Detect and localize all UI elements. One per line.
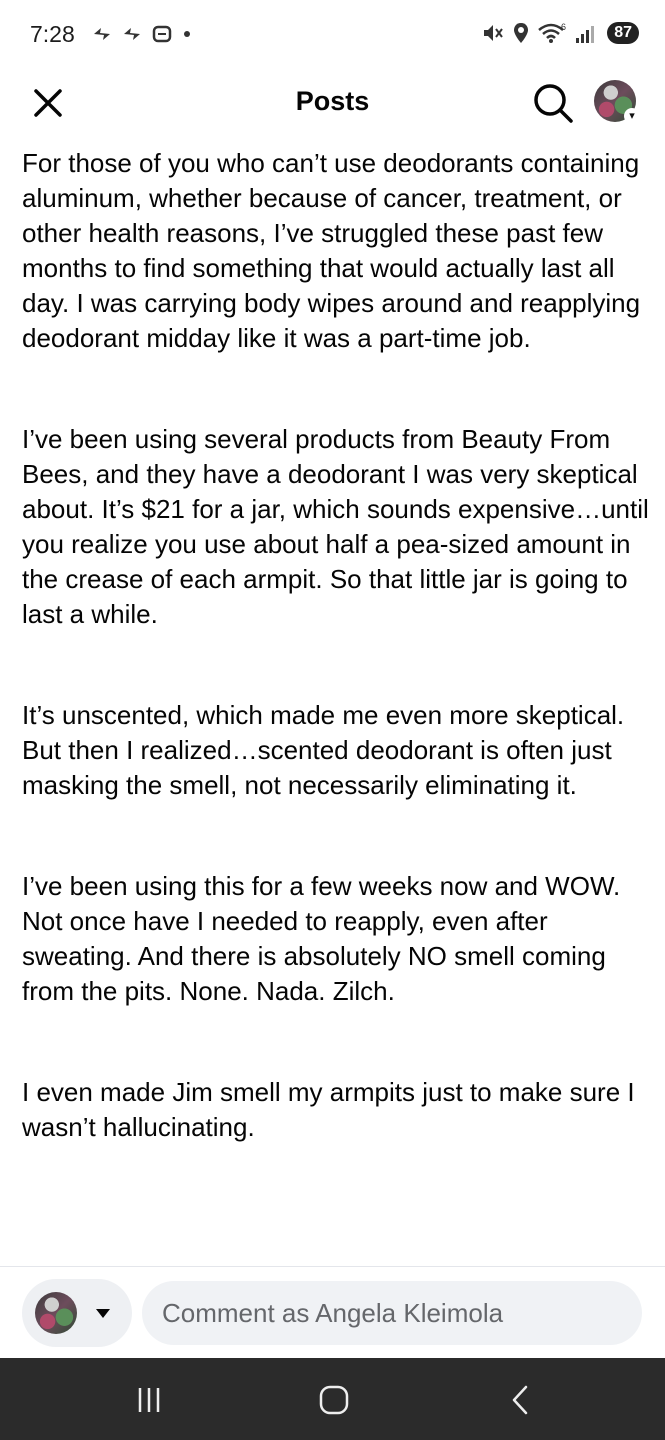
- back-button[interactable]: [500, 1382, 540, 1418]
- status-bar: 7:28 6 87: [0, 0, 665, 70]
- status-time: 7:28: [30, 21, 75, 47]
- comment-input[interactable]: Comment as Angela Kleimola: [142, 1281, 642, 1345]
- comment-placeholder: Comment as Angela Kleimola: [162, 1297, 504, 1328]
- caret-down-icon: [96, 1309, 110, 1318]
- wifi-icon: 6: [538, 22, 566, 43]
- chat-icon: [152, 25, 172, 43]
- recent-apps-icon: [138, 1388, 160, 1412]
- recent-apps-button[interactable]: [130, 1382, 170, 1418]
- system-icons: 6 87: [481, 22, 639, 44]
- post-paragraph: I’ve been using this for a few weeks now…: [22, 871, 621, 1006]
- post-body: For those of you who can’t use deodorant…: [22, 146, 652, 1211]
- author-avatar: [35, 1292, 77, 1334]
- post-paragraph: It’s unscented, which made me even more …: [22, 700, 625, 800]
- messenger-icon: [124, 28, 140, 40]
- home-icon: [319, 1385, 349, 1415]
- battery-indicator: 87: [607, 22, 639, 44]
- top-header: Posts ▾: [0, 70, 665, 136]
- notification-icons: [92, 24, 192, 44]
- profile-menu-button[interactable]: ▾: [594, 80, 640, 126]
- mute-icon: [484, 25, 504, 41]
- signal-label: 6: [561, 22, 566, 32]
- messenger-icon: [94, 28, 110, 40]
- post-paragraph: I’ve been using several products from Be…: [22, 424, 649, 629]
- chevron-down-icon: ▾: [624, 108, 640, 124]
- location-icon: [514, 23, 529, 43]
- search-button[interactable]: [530, 80, 576, 126]
- dot-icon: [184, 31, 190, 37]
- post-paragraph: For those of you who can’t use deodorant…: [22, 148, 641, 353]
- home-button[interactable]: [314, 1382, 354, 1418]
- back-icon: [512, 1385, 528, 1415]
- post-paragraph: I even made Jim smell my armpits just to…: [22, 1077, 635, 1142]
- comment-author-switcher[interactable]: [22, 1279, 132, 1347]
- search-icon: [534, 84, 573, 123]
- comment-bar: Comment as Angela Kleimola: [0, 1266, 665, 1359]
- signal-icon: [576, 26, 595, 43]
- system-navigation-bar: [0, 1358, 665, 1440]
